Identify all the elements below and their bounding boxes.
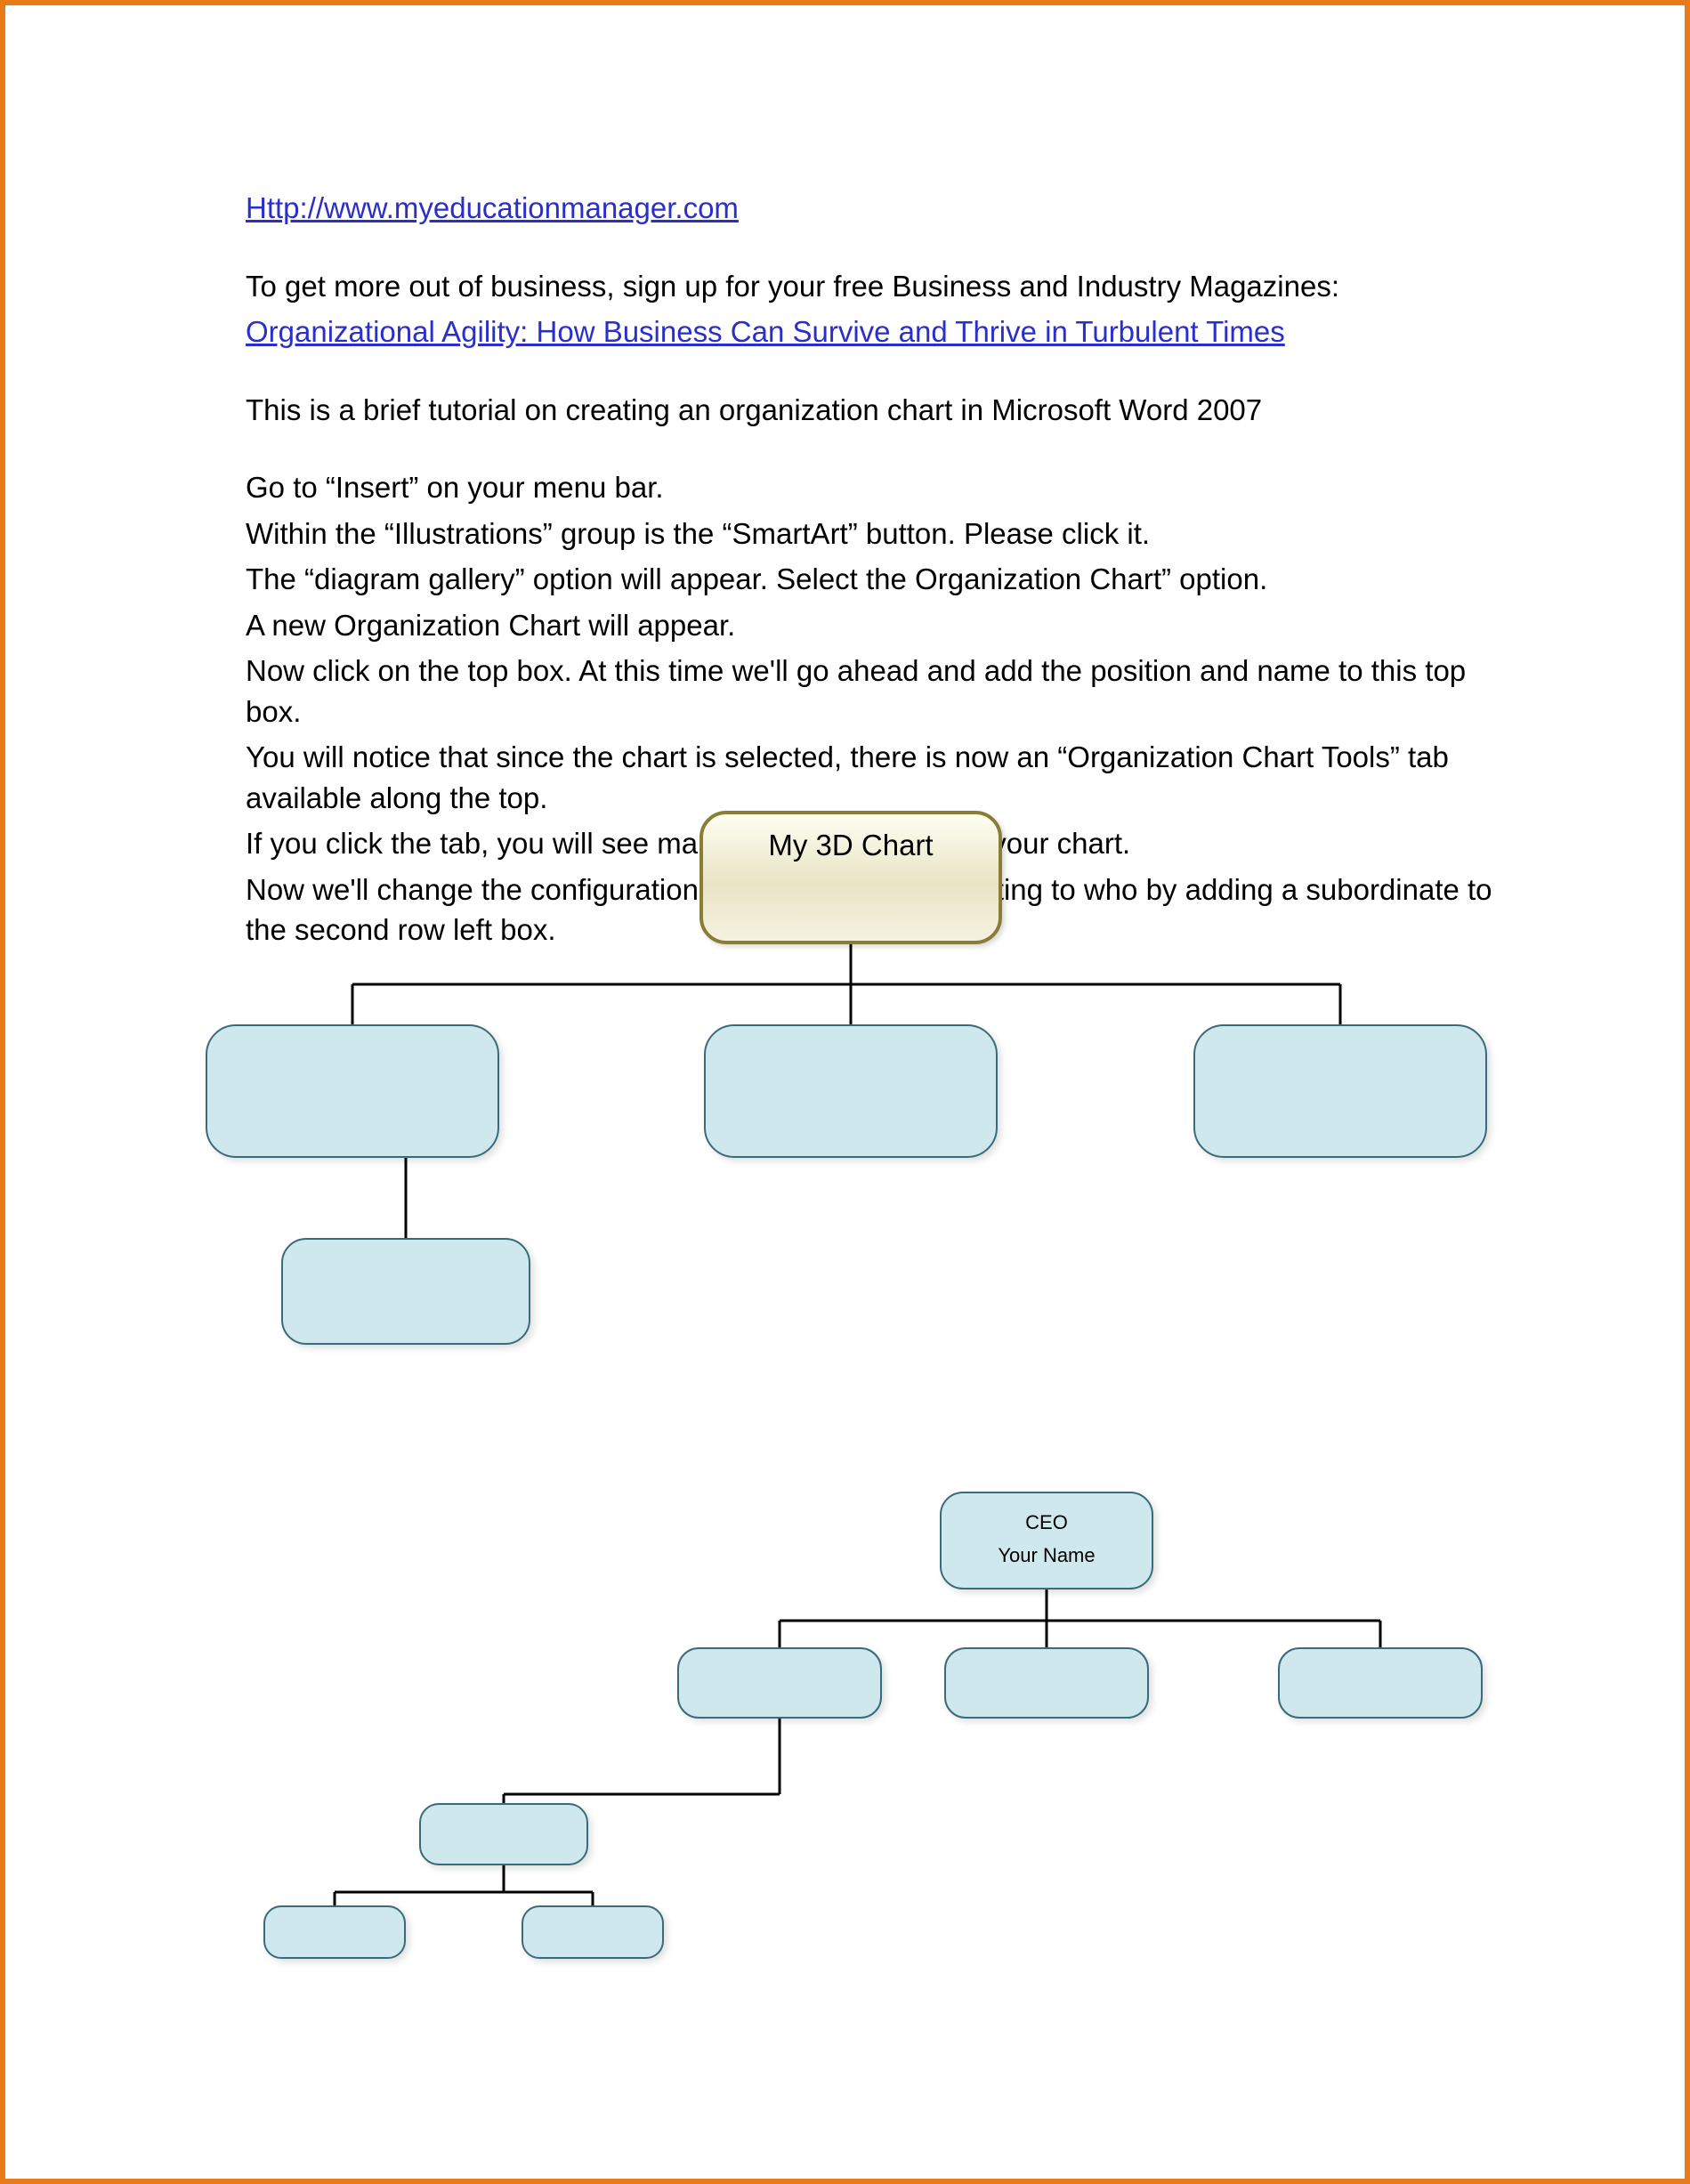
step-4: A new Organization Chart will appear.: [246, 605, 1509, 646]
chart1-root-label: My 3D Chart: [768, 829, 933, 862]
chart2-node-t2: [522, 1905, 664, 1959]
chart2-root-line1: CEO: [942, 1506, 1152, 1539]
signup-prompt: To get more out of business, sign up for…: [246, 266, 1509, 307]
chart2-root-node: CEO Your Name: [940, 1492, 1153, 1589]
chart1-node-r2b: [704, 1024, 998, 1158]
page-frame: Http://www.myeducationmanager.com To get…: [0, 0, 1690, 2184]
chart1-node-r3a: [281, 1238, 530, 1345]
chart2-node-c3: [1278, 1647, 1483, 1719]
chart2-node-s1: [419, 1803, 588, 1865]
chart2-node-c2: [944, 1647, 1149, 1719]
chart2-node-t1: [263, 1905, 406, 1959]
chart1-node-r2c: [1193, 1024, 1487, 1158]
page-inner: Http://www.myeducationmanager.com To get…: [23, 23, 1667, 2161]
chart1-root-node: My 3D Chart: [699, 811, 1002, 944]
chart2-root-line2: Your Name: [942, 1539, 1152, 1572]
step-3: The “diagram gallery” option will appear…: [246, 559, 1509, 600]
org-chart-1: My 3D Chart: [174, 806, 1563, 1394]
chart1-node-r2a: [206, 1024, 499, 1158]
step-5: Now click on the top box. At this time w…: [246, 651, 1509, 732]
article-link[interactable]: Organizational Agility: How Business Can…: [246, 315, 1285, 348]
org-chart-2: CEO Your Name: [174, 1483, 1563, 1945]
chart2-node-c1: [677, 1647, 882, 1719]
step-1: Go to “Insert” on your menu bar.: [246, 467, 1509, 508]
source-url-link[interactable]: Http://www.myeducationmanager.com: [246, 191, 739, 224]
tutorial-title: This is a brief tutorial on creating an …: [246, 390, 1509, 431]
step-2: Within the “Illustrations” group is the …: [246, 514, 1509, 554]
